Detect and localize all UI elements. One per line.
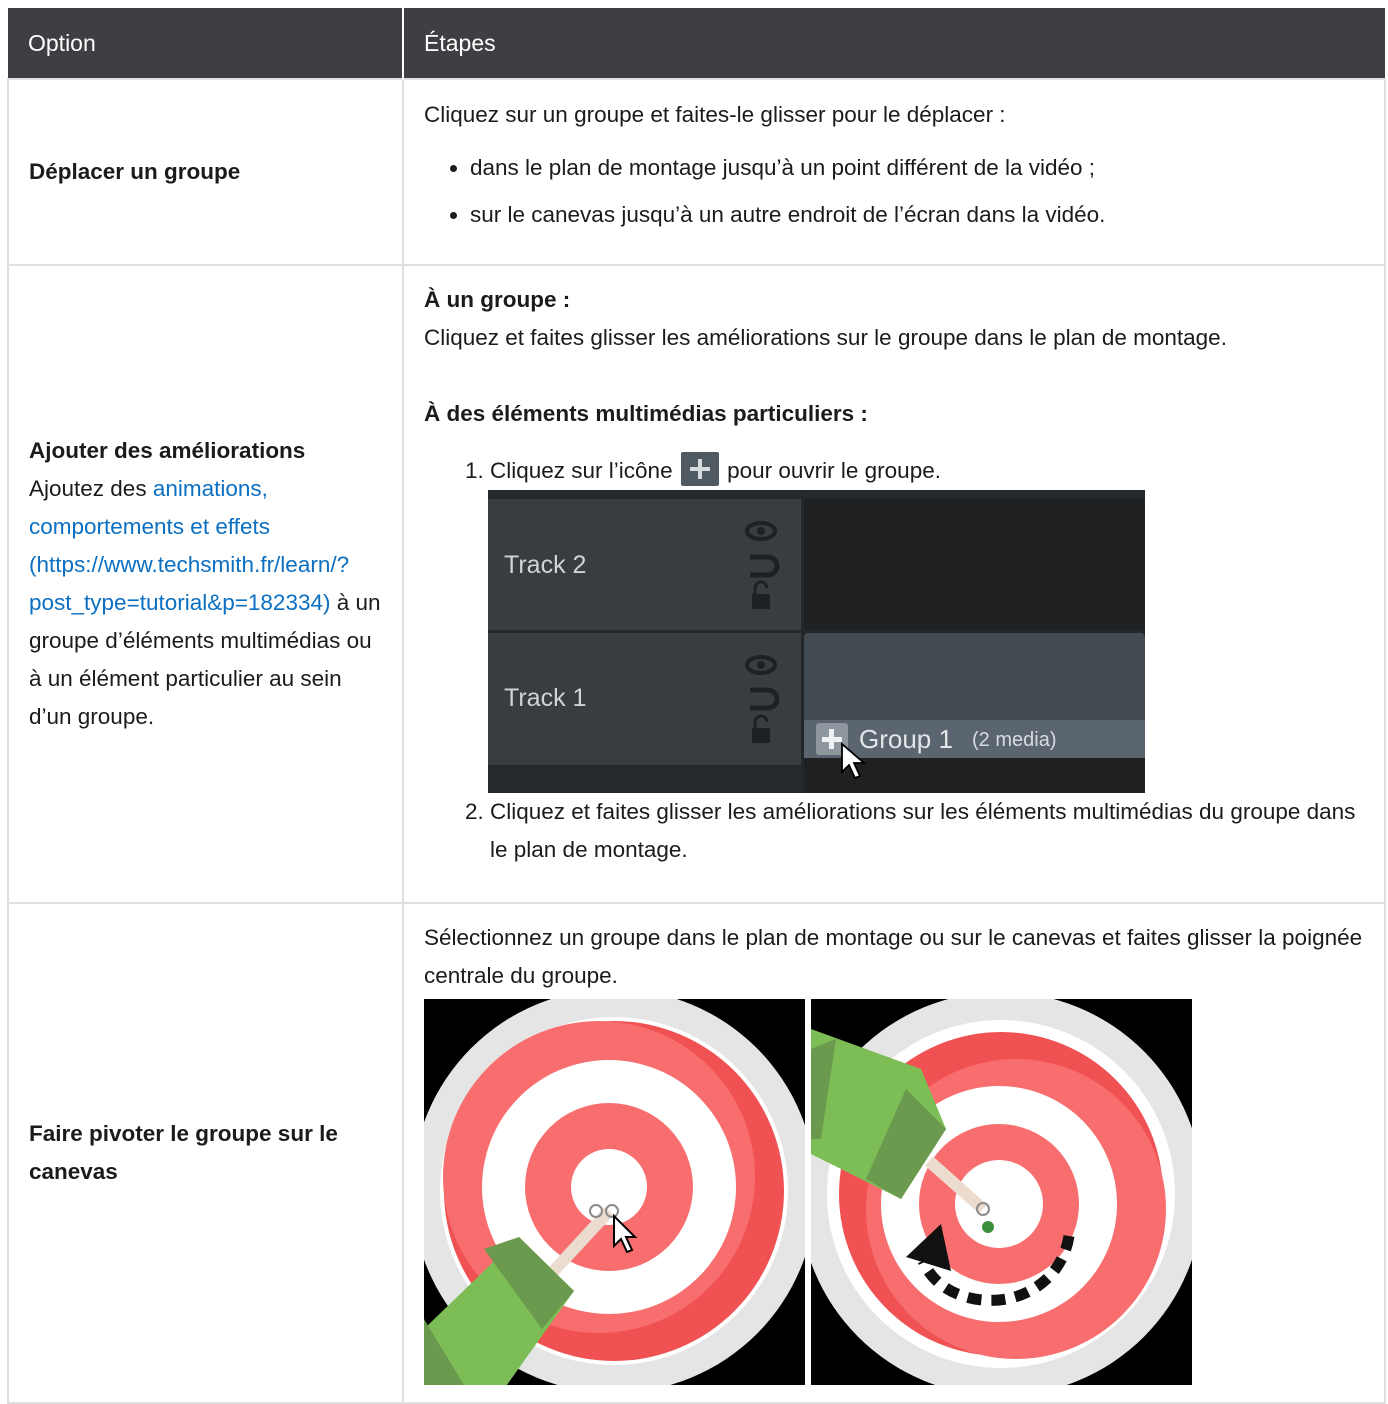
header-option: Option [8, 8, 403, 79]
group-label: Group 1 [859, 724, 953, 754]
numbered-list: Cliquez sur l’icône pour ouvrir le group… [424, 452, 1364, 869]
group-count: (2 media) [972, 729, 1056, 751]
option-add-enhancements: Ajouter des améliorations Ajoutez des an… [7, 264, 404, 904]
table-row: Ajouter des améliorations Ajoutez des an… [7, 264, 1386, 904]
rotate-images [424, 999, 1364, 1385]
steps-move-group: Cliquez sur un groupe et faites-le gliss… [402, 78, 1386, 266]
rotate-text: Sélectionnez un groupe dans le plan de m… [424, 925, 1363, 988]
track-2-label: Track 2 [504, 551, 586, 579]
rotate-after-image [811, 999, 1192, 1385]
group-heading: À un groupe : [424, 287, 571, 312]
list-item: Cliquez sur l’icône pour ouvrir le group… [488, 452, 1364, 793]
media-heading: À des éléments multimédias particuliers … [424, 401, 868, 426]
option-move-group: Déplacer un groupe [7, 78, 404, 266]
list-item: Cliquez et faites glisser les améliorati… [490, 793, 1364, 869]
table-row: Déplacer un groupe Cliquez sur un groupe… [7, 78, 1386, 266]
timeline-screenshot: Track 2 Track 1 Group 1 (2 media) [488, 490, 1145, 793]
rotate-before-image [424, 999, 805, 1385]
option-rotate-group: Faire pivoter le groupe sur le canevas [7, 902, 404, 1404]
option-description: Ajoutez des animations, comportements et… [29, 476, 381, 729]
bullet-list: dans le plan de montage jusqu’à un point… [424, 144, 1364, 238]
plus-icon [680, 452, 719, 487]
table-row: Faire pivoter le groupe sur le canevas S… [7, 902, 1386, 1404]
steps-add-enhancements: À un groupe : Cliquez et faites glisser … [402, 264, 1386, 904]
header-steps: Étapes [402, 8, 1385, 79]
track-1-label: Track 1 [504, 684, 586, 712]
options-table: Option Étapes Déplacer un groupe Cliquez… [7, 8, 1386, 1404]
steps-rotate-group: Sélectionnez un groupe dans le plan de m… [402, 902, 1386, 1404]
list-item: sur le canevas jusqu’à un autre endroit … [470, 191, 1364, 238]
option-title: Ajouter des améliorations [29, 438, 306, 463]
group-text: Cliquez et faites glisser les améliorati… [424, 325, 1227, 350]
list-item: dans le plan de montage jusqu’à un point… [470, 144, 1364, 191]
intro-text: Cliquez sur un groupe et faites-le gliss… [424, 102, 1006, 127]
table-header-row: Option Étapes [8, 8, 1385, 79]
